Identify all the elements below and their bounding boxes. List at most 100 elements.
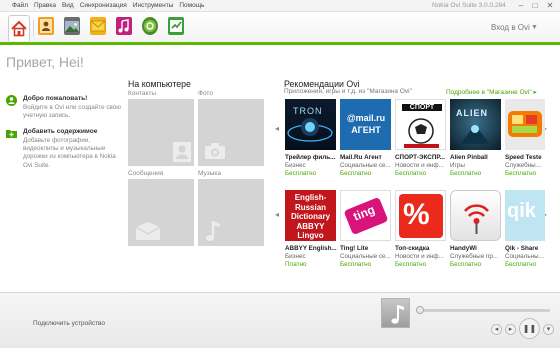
greeting-title: Привет, Hei! — [6, 54, 84, 70]
app-price: Бесплатно — [340, 170, 372, 177]
app-price: Бесплатно — [395, 261, 427, 268]
menu-file[interactable]: Файл — [12, 2, 28, 9]
prev-button[interactable]: ◂ — [491, 324, 502, 335]
app-image-text: @mail.ru АГЕНТ — [346, 113, 386, 135]
scroll-left-icon[interactable]: ◂ — [275, 124, 279, 133]
messages-tile[interactable] — [128, 179, 194, 246]
contacts-icon — [40, 19, 52, 33]
music-note-icon — [391, 305, 404, 324]
app-image: qik — [505, 190, 545, 241]
app-image-text: ALIEN — [456, 108, 488, 118]
signin-button[interactable]: Вход в Ovi — [491, 23, 530, 32]
photos-tile[interactable] — [198, 99, 264, 166]
app-image: ALIEN — [450, 99, 501, 150]
next-button[interactable]: ▸ — [505, 324, 516, 335]
chevron-down-icon[interactable]: ▼ — [531, 24, 538, 31]
add-content-item[interactable]: Добавить содержимое Добавьте фотографии,… — [6, 128, 116, 172]
app-tile[interactable]: TRON Трейлер филь... Бизнес Бесплатно — [285, 99, 337, 179]
app-tile[interactable]: @mail.ru АГЕНТ Mail.Ru Агент Социальные … — [340, 99, 392, 179]
messages-tile-label: Сообщения — [128, 170, 164, 177]
app-category: Служебные пр... — [505, 162, 545, 169]
menu-items: Файл Правка Вид Синхронизация Инструмент… — [12, 2, 204, 9]
sync-tab[interactable] — [168, 17, 184, 35]
computer-section-title: На компьютере — [128, 79, 191, 89]
close-button[interactable]: ✕ — [545, 1, 555, 11]
home-tab[interactable] — [8, 15, 30, 41]
menu-bar: Файл Правка Вид Синхронизация Инструмент… — [0, 0, 560, 12]
app-tile[interactable]: qik Qik - Share Социальные се... Бесплат… — [505, 190, 545, 270]
app-price: Бесплатно — [395, 170, 427, 177]
app-image — [450, 190, 501, 241]
photos-icon — [65, 21, 79, 32]
toolbar-accent-line — [0, 42, 560, 45]
app-name: СПОРТ-ЭКСПР... — [395, 154, 445, 161]
music-tab[interactable] — [116, 17, 132, 35]
toolbar-separator — [33, 20, 34, 36]
contacts-tab[interactable] — [38, 17, 54, 35]
app-tile[interactable]: ALIEN Alien Pinball Игры Бесплатно — [450, 99, 502, 179]
app-image — [505, 99, 545, 150]
app-category: Новости и инф... — [395, 253, 444, 260]
seek-bar[interactable] — [418, 309, 550, 312]
seek-handle[interactable] — [416, 306, 424, 314]
player-menu-button[interactable]: ▾ — [543, 324, 554, 335]
welcome-item[interactable]: Добро пожаловать! Войдите в Ovi или созд… — [6, 95, 121, 121]
app-category: Игры — [450, 162, 465, 169]
messages-tab[interactable] — [90, 17, 106, 35]
home-icon — [11, 20, 27, 37]
app-name: Alien Pinball — [450, 154, 488, 161]
app-tile[interactable]: Speed Teste Служебные пр... Бесплатно — [505, 99, 545, 179]
app-tile[interactable]: ting Ting! Lite Социальные се... Бесплат… — [340, 190, 392, 270]
scroll-left-icon[interactable]: ◂ — [275, 210, 279, 219]
app-image: TRON — [285, 99, 336, 150]
connect-device-link[interactable]: Подключить устройство — [33, 320, 105, 327]
app-price: Платно — [285, 261, 307, 268]
app-name: Mail.Ru Агент — [340, 154, 382, 161]
contacts-tile[interactable] — [128, 99, 194, 166]
app-image: % — [395, 190, 446, 241]
menu-view[interactable]: Вид — [62, 2, 74, 9]
music-icon — [118, 19, 129, 33]
user-icon — [6, 95, 17, 106]
menu-sync[interactable]: Синхронизация — [80, 2, 127, 9]
app-image: @mail.ru АГЕНТ — [340, 99, 391, 150]
maximize-button[interactable]: □ — [530, 1, 540, 11]
minimize-button[interactable]: – — [516, 1, 526, 11]
app-image: СПОРТ — [395, 99, 446, 150]
menu-tools[interactable]: Инструменты — [133, 2, 174, 9]
app-price: Бесплатно — [285, 170, 317, 177]
app-image: ting — [340, 190, 391, 241]
app-category: Служебные пр... — [450, 253, 499, 260]
contacts-tile-label: Контакты — [128, 90, 157, 97]
app-tile[interactable]: English- Russian Dictionary ABBYY Lingvo… — [285, 190, 337, 270]
app-price: Бесплатно — [505, 261, 537, 268]
ovi-store-tab[interactable] — [142, 17, 158, 35]
messages-icon — [90, 20, 106, 32]
recommendations-subtitle: Приложения, игры и т.д. из "Магазина Ovi… — [284, 88, 412, 95]
app-image-text: TRON — [293, 106, 323, 116]
app-category: Социальные се... — [340, 162, 391, 169]
photos-tab[interactable] — [64, 17, 80, 35]
app-image-text: qik — [507, 200, 536, 222]
menu-edit[interactable]: Правка — [34, 2, 56, 9]
menu-help[interactable]: Помощь — [179, 2, 204, 9]
app-image-text: % — [403, 198, 430, 231]
welcome-desc: Войдите в Ovi или создайте свою учетную … — [23, 104, 122, 120]
app-name: Speed Teste — [505, 154, 542, 161]
app-tile[interactable]: HandyWi Служебные пр... Бесплатно — [450, 190, 502, 270]
app-tile[interactable]: % Топ-скидка Новости и инф... Бесплатно — [395, 190, 447, 270]
music-tile[interactable] — [198, 179, 264, 246]
app-price: Бесплатно — [450, 170, 482, 177]
add-content-title: Добавить содержимое — [23, 128, 98, 135]
now-playing-art — [381, 298, 410, 328]
app-tile[interactable]: СПОРТ СПОРТ-ЭКСПР... Новости и инф... Бе… — [395, 99, 447, 179]
camera-icon — [205, 143, 225, 159]
app-category: Бизнес — [285, 253, 306, 260]
app-image-text: English- Russian Dictionary ABBYY Lingvo — [290, 193, 331, 240]
photos-tile-label: Фото — [198, 90, 213, 97]
app-name: Топ-скидка — [395, 245, 430, 252]
add-content-desc: Добавьте фотографии, видеоклипы и музыка… — [23, 137, 116, 169]
sync-icon — [170, 20, 182, 32]
pause-button[interactable]: ❚❚ — [519, 318, 540, 339]
store-more-link[interactable]: Подробнее в "Магазине Ovi" ▸ — [446, 88, 537, 96]
